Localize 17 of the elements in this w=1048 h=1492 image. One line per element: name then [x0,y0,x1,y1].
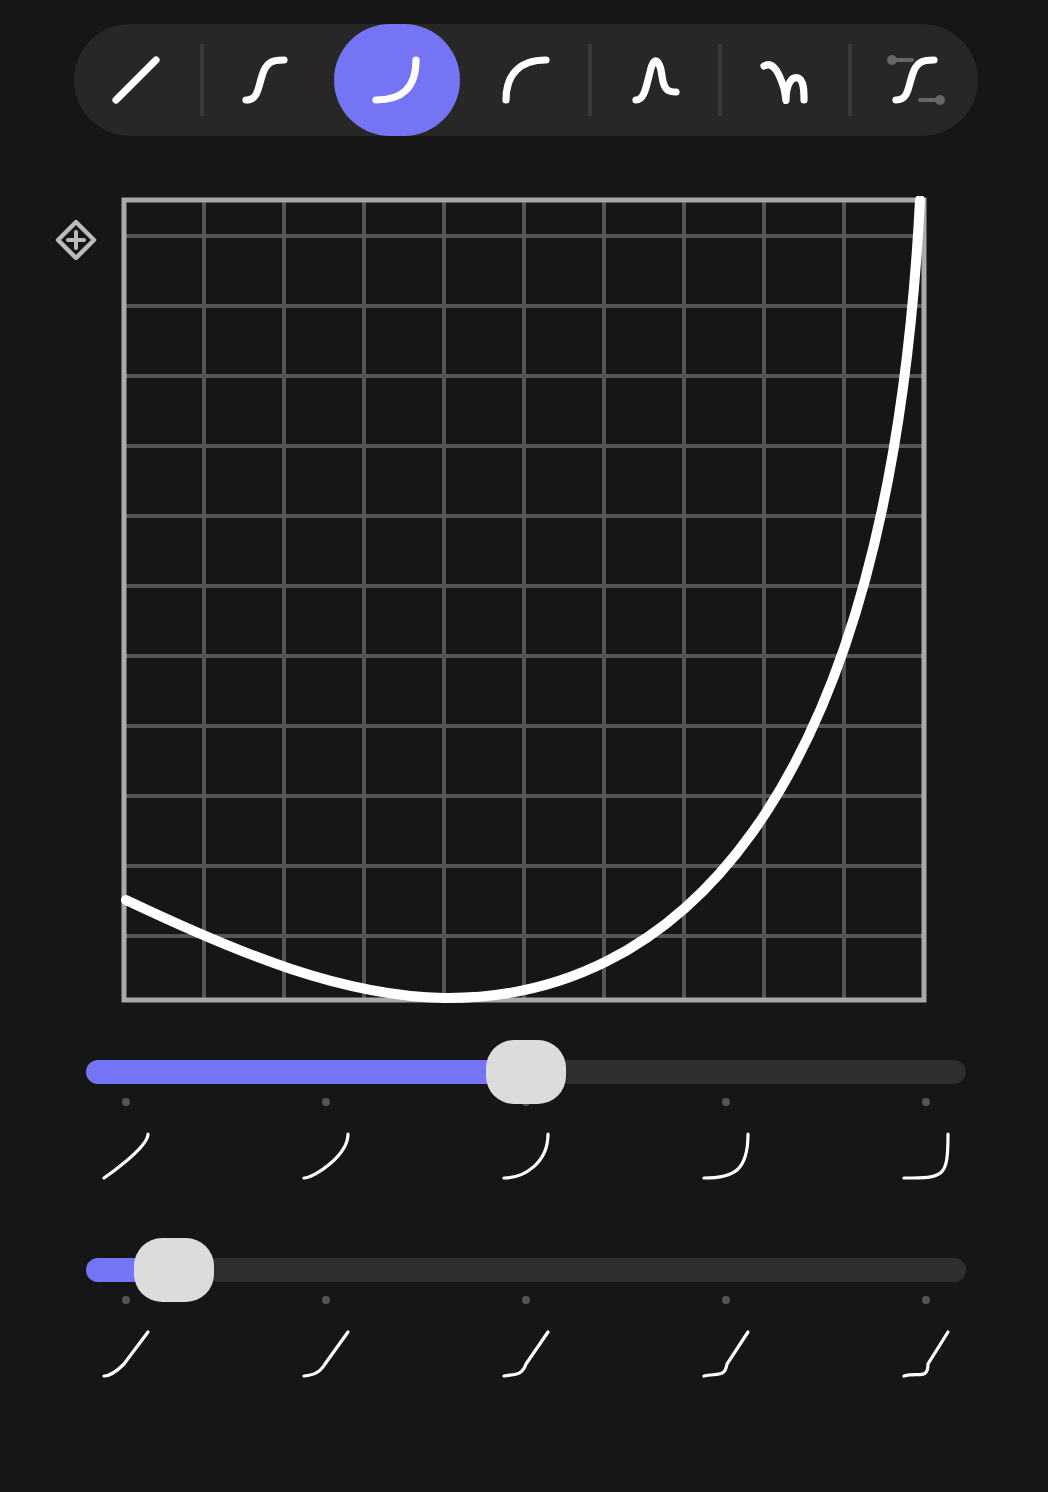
slider-thumb[interactable] [486,1040,566,1104]
tick-mark [722,1296,730,1304]
curve-preset-icon[interactable] [496,1324,556,1384]
tick-mark [122,1098,130,1106]
tick-mark [522,1296,530,1304]
tick-mark [322,1296,330,1304]
curve-preset-icon[interactable] [896,1324,956,1384]
slider[interactable] [86,1040,966,1104]
slider-thumb[interactable] [134,1238,214,1302]
tick-mark [722,1098,730,1106]
diamond-crosshair-icon[interactable] [54,218,98,262]
curve-graph[interactable] [120,196,928,1004]
tick-mark [922,1098,930,1106]
slider[interactable] [86,1238,966,1302]
tick-mark [322,1098,330,1106]
tick-mark [922,1296,930,1304]
tick-mark [122,1296,130,1304]
